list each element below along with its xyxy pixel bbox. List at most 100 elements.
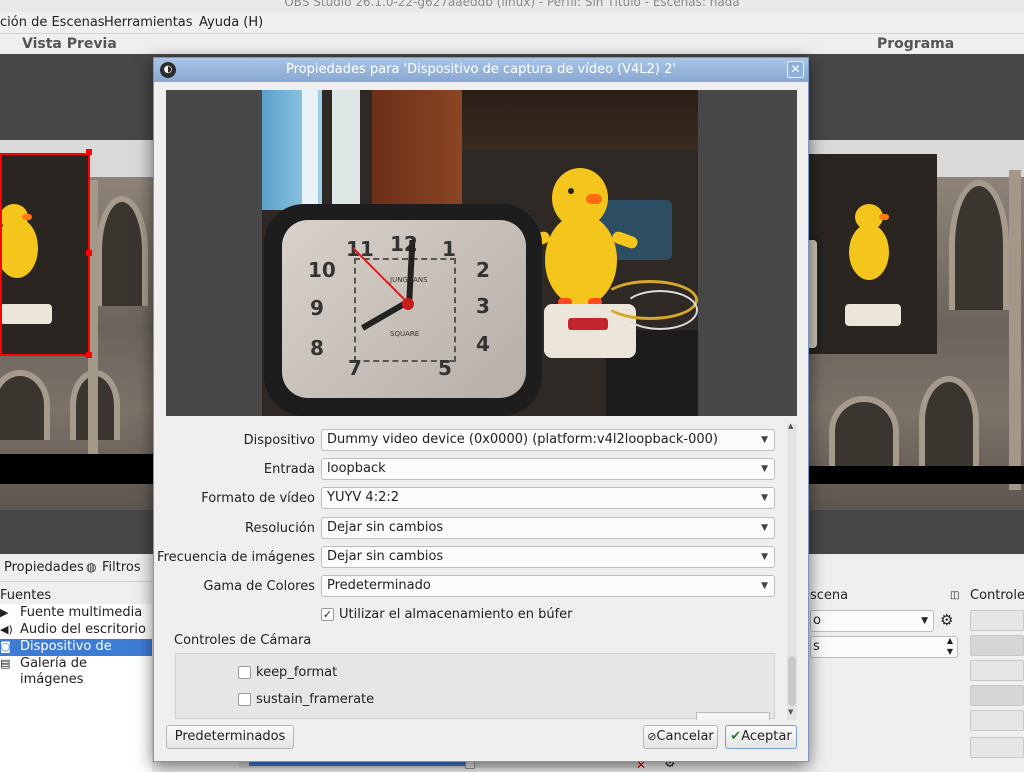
dialog-title: Propiedades para 'Dispositivo de captura…: [286, 62, 676, 77]
list-item[interactable]: ◀) Audio del escritorio: [0, 622, 152, 639]
device-combo[interactable]: Dummy video device (0x0000) (platform:v4…: [321, 429, 775, 451]
accept-label: Aceptar: [741, 729, 792, 744]
camera-icon: ◙: [0, 640, 11, 653]
defaults-button[interactable]: Predeterminados: [166, 725, 294, 749]
clock-brand: SQUARE: [390, 330, 420, 338]
scroll-down-icon[interactable]: ▼: [788, 708, 793, 716]
menu-help[interactable]: Ayuda (H): [199, 15, 263, 30]
properties-tab[interactable]: Propiedades: [4, 560, 84, 575]
control-button[interactable]: [970, 710, 1024, 731]
input-label: Entrada: [263, 462, 315, 477]
scene-transitions-header: scena: [810, 588, 849, 603]
menu-scene-collection[interactable]: ción de Escenas: [0, 15, 105, 30]
menu-tools[interactable]: Herramientas: [104, 15, 193, 30]
selection-handle[interactable]: [86, 352, 92, 358]
camera-controls-group: keep_format sustain_framerate: [175, 653, 775, 720]
chevron-down-icon: ▼: [761, 464, 768, 474]
dialog-title-bar[interactable]: ◐ Propiedades para 'Dispositivo de captu…: [154, 58, 808, 82]
chevron-down-icon: ▼: [921, 616, 928, 626]
duration-spinbox[interactable]: s ▲ ▼: [810, 636, 958, 658]
sources-header: Fuentes: [0, 588, 52, 603]
gear-icon[interactable]: ⚙: [940, 611, 953, 629]
color-range-combo[interactable]: Predeterminado ▼: [321, 575, 775, 597]
source-label: Galería de imágenes: [20, 656, 87, 687]
window-title: OBS Studio 26.1.0-22-g627aaeddb (linux) …: [0, 0, 1024, 12]
resolution-combo[interactable]: Dejar sin cambios ▼: [321, 517, 775, 539]
preview-label: Vista Previa: [22, 36, 117, 52]
scrollbar-thumb[interactable]: [788, 656, 796, 706]
list-item[interactable]: ▤ Galería de imágenes: [0, 656, 152, 687]
source-preview: 11 12 1 2 3 4 5 7 8 9 10 JUNGHANS SQUARE: [166, 90, 797, 416]
chevron-down-icon: ▼: [761, 581, 768, 591]
device-value: Dummy video device (0x0000) (platform:v4…: [327, 432, 718, 447]
duration-value: s: [813, 639, 820, 654]
selection-handle[interactable]: [86, 250, 92, 256]
control-button[interactable]: [970, 737, 1024, 758]
program-label: Programa: [877, 36, 955, 52]
float-icon[interactable]: ◫: [950, 590, 959, 601]
clock-number: 9: [310, 296, 324, 320]
list-item[interactable]: ◙ Dispositivo de captura: [0, 639, 152, 670]
scroll-up-icon[interactable]: ▲: [788, 422, 793, 430]
framerate-label: Frecuencia de imágenes: [157, 550, 315, 565]
list-item[interactable]: ▶ Fuente multimedia: [0, 605, 152, 622]
video-format-label: Formato de vídeo: [201, 491, 315, 506]
obs-logo-icon: ◐: [160, 62, 176, 78]
sources-list[interactable]: ▶ Fuente multimedia ◀) Audio del escrito…: [0, 604, 152, 772]
cancel-label: Cancelar: [656, 729, 714, 744]
program-scene: [809, 140, 1024, 510]
resolution-label: Resolución: [245, 521, 315, 536]
filters-icon: ◍: [86, 560, 97, 574]
spin-arrows-icon: ▲ ▼: [946, 636, 953, 656]
properties-scrollbar[interactable]: ▲ ▼: [787, 422, 797, 720]
framerate-combo[interactable]: Dejar sin cambios ▼: [321, 546, 775, 568]
control-button[interactable]: [970, 610, 1024, 631]
chevron-down-icon: ▼: [761, 435, 768, 445]
speaker-icon: ◀): [0, 623, 13, 636]
transition-combo-value: o: [813, 613, 821, 628]
filters-tab[interactable]: Filtros: [102, 560, 141, 575]
close-icon[interactable]: ✕: [787, 61, 804, 78]
keep-format-label: keep_format: [256, 665, 338, 680]
video-format-combo[interactable]: YUYV 4:2:2 ▼: [321, 487, 775, 509]
keep-format-checkbox[interactable]: [238, 666, 251, 679]
chevron-down-icon: ▼: [761, 552, 768, 562]
clock-number: 8: [310, 336, 324, 360]
control-button[interactable]: [970, 685, 1024, 706]
source-label: Audio del escritorio: [20, 622, 146, 637]
selection-box[interactable]: [0, 153, 90, 356]
controls-header: Controles: [970, 588, 1024, 603]
cancel-button[interactable]: ⊘Cancelar: [643, 725, 718, 749]
camera-controls-header: Controles de Cámara: [174, 633, 312, 648]
control-button[interactable]: [970, 660, 1024, 681]
clock-number: 3: [476, 294, 490, 318]
images-icon: ▤: [0, 657, 11, 670]
clock-number: 2: [476, 258, 490, 282]
buffer-label: Utilizar el almacenamiento en búfer: [339, 607, 573, 622]
input-value: loopback: [327, 461, 386, 476]
control-button[interactable]: [970, 635, 1024, 656]
resolution-value: Dejar sin cambios: [327, 520, 444, 535]
menu-bar: ción de Escenas Herramientas Ayuda (H): [0, 12, 1024, 34]
clock-number: 1: [442, 237, 456, 261]
clock-number: 4: [476, 332, 490, 356]
framerate-value: Dejar sin cambios: [327, 549, 444, 564]
input-combo[interactable]: loopback ▼: [321, 458, 775, 480]
source-label: Fuente multimedia: [20, 605, 143, 620]
transition-combo[interactable]: o ▼: [810, 610, 934, 632]
properties-dialog: ◐ Propiedades para 'Dispositivo de captu…: [153, 57, 809, 762]
camera-image: 11 12 1 2 3 4 5 7 8 9 10 JUNGHANS SQUARE: [262, 90, 698, 416]
accept-button[interactable]: ✔Aceptar: [725, 725, 797, 749]
checkmark-icon: ✔: [730, 729, 742, 744]
selection-handle[interactable]: [86, 149, 92, 155]
play-icon: ▶: [0, 606, 9, 619]
clock-number: 5: [438, 356, 452, 380]
buffer-checkbox[interactable]: ✓: [321, 608, 334, 621]
sustain-framerate-label: sustain_framerate: [256, 692, 375, 707]
video-format-value: YUYV 4:2:2: [327, 490, 399, 505]
color-range-label: Gama de Colores: [203, 579, 315, 594]
chevron-down-icon: ▼: [761, 493, 768, 503]
chevron-down-icon: ▼: [761, 523, 768, 533]
clock-number: 11: [346, 237, 374, 261]
sustain-framerate-checkbox[interactable]: [238, 693, 251, 706]
